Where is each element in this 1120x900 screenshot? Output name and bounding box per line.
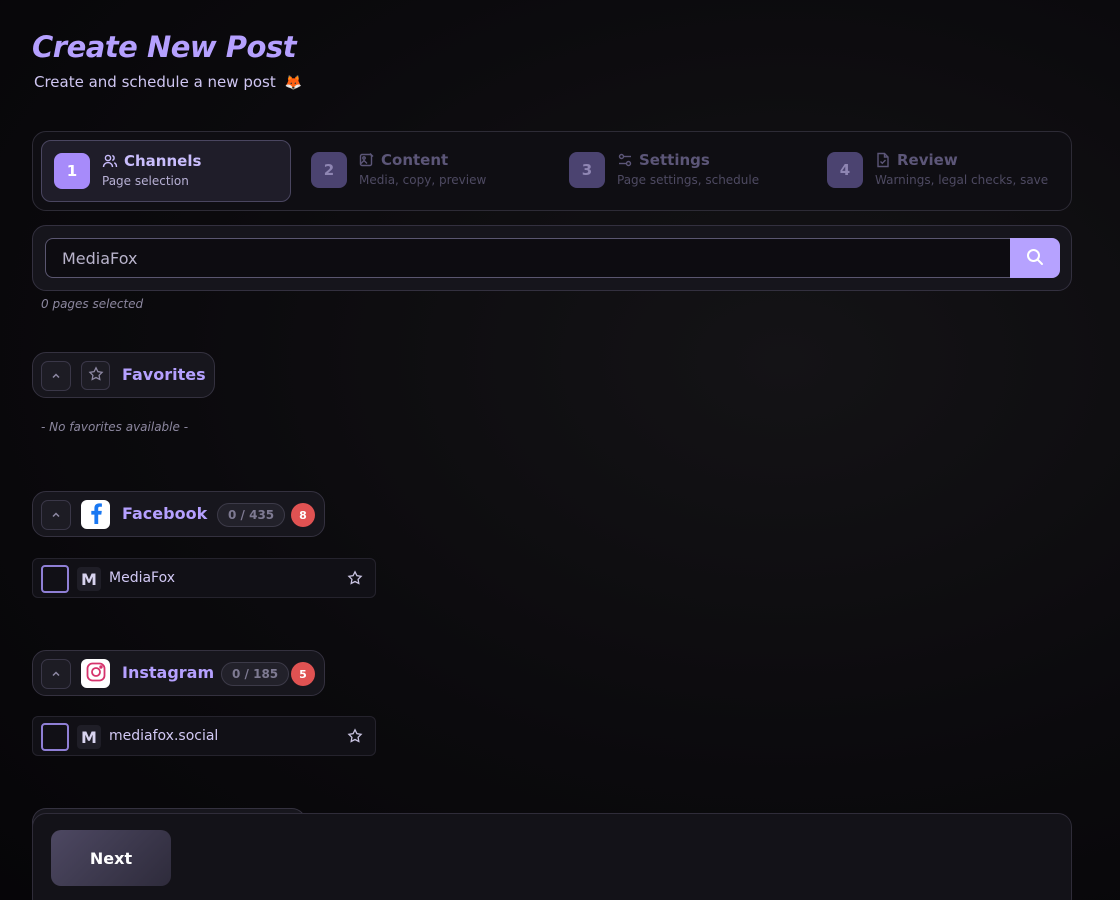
search-input[interactable]	[45, 238, 1011, 278]
step-title: Content	[359, 151, 448, 169]
step-review[interactable]: 4 Review Warnings, legal checks, save	[815, 140, 1065, 202]
instagram-icon	[85, 661, 107, 687]
page-name: mediafox.social	[109, 728, 219, 744]
users-icon	[102, 153, 118, 169]
step-content[interactable]: 2 Content Media, copy, preview	[299, 140, 549, 202]
image-edit-icon	[359, 152, 375, 168]
document-check-icon	[875, 152, 891, 168]
instagram-count: 0 / 185	[221, 662, 290, 686]
settings-sliders-icon	[617, 152, 633, 168]
favorite-star-button[interactable]	[347, 570, 363, 590]
instagram-header: Instagram 0 / 185 5	[32, 650, 325, 696]
step-number: 1	[54, 153, 90, 189]
page-checkbox[interactable]	[41, 565, 69, 593]
facebook-collapse-button[interactable]	[41, 500, 71, 530]
facebook-title: Facebook	[122, 504, 208, 523]
selected-count: 0 pages selected	[41, 297, 144, 311]
step-description: Page settings, schedule	[617, 173, 760, 187]
facebook-badge: 8	[291, 503, 315, 527]
page-checkbox[interactable]	[41, 723, 69, 751]
page-row-facebook-mediafox[interactable]: M MediaFox	[32, 558, 376, 598]
step-number: 4	[827, 152, 863, 188]
instagram-logo-box	[81, 659, 110, 688]
step-title-text: Review	[897, 151, 958, 169]
star-icon	[347, 728, 363, 748]
star-icon	[347, 570, 363, 590]
favorite-star-button[interactable]	[347, 728, 363, 748]
step-settings[interactable]: 3 Settings Page settings, schedule	[557, 140, 807, 202]
step-description: Warnings, legal checks, save	[875, 173, 1049, 187]
step-title-text: Content	[381, 151, 449, 169]
step-title: Channels	[102, 152, 201, 170]
instagram-collapse-button[interactable]	[41, 659, 71, 689]
page-avatar: M	[77, 725, 101, 749]
step-number: 3	[569, 152, 605, 188]
step-description: Page selection	[102, 174, 189, 188]
search-icon	[1026, 248, 1044, 269]
facebook-header: Facebook 0 / 435 8	[32, 491, 325, 537]
page-row-instagram-mediafox[interactable]: M mediafox.social	[32, 716, 376, 756]
chevron-up-icon	[50, 665, 62, 684]
next-button[interactable]: Next	[51, 830, 171, 886]
search-button[interactable]	[1010, 238, 1060, 278]
step-channels[interactable]: 1 Channels Page selection	[41, 140, 291, 202]
chevron-up-icon	[50, 367, 62, 386]
favorites-header: Favorites	[32, 352, 215, 398]
page-avatar: M	[77, 567, 101, 591]
subtitle-text: Create and schedule a new post	[34, 73, 276, 91]
page-title: Create New Post	[32, 30, 297, 64]
chevron-up-icon	[50, 506, 62, 525]
step-title: Settings	[617, 151, 710, 169]
favorites-star-box	[81, 361, 110, 390]
page-subtitle: Create and schedule a new post 🦊	[34, 73, 302, 91]
favorites-collapse-button[interactable]	[41, 361, 71, 391]
facebook-icon	[84, 501, 108, 529]
instagram-badge: 5	[291, 662, 315, 686]
star-icon	[88, 365, 104, 386]
step-title-text: Settings	[639, 151, 710, 169]
search-box	[32, 225, 1072, 291]
step-title-text: Channels	[124, 152, 202, 170]
step-description: Media, copy, preview	[359, 173, 487, 187]
facebook-count: 0 / 435	[217, 503, 286, 527]
instagram-title: Instagram	[122, 663, 215, 682]
favorites-title: Favorites	[122, 365, 206, 384]
stepper: 1 Channels Page selection 2 Content Medi…	[32, 131, 1072, 211]
facebook-logo-box	[81, 500, 110, 529]
step-title: Review	[875, 151, 958, 169]
footer-bar: Next	[32, 813, 1072, 900]
step-number: 2	[311, 152, 347, 188]
fox-emoji: 🦊	[284, 75, 302, 91]
favorites-empty-note: - No favorites available -	[41, 420, 189, 434]
page-name: MediaFox	[109, 570, 176, 586]
